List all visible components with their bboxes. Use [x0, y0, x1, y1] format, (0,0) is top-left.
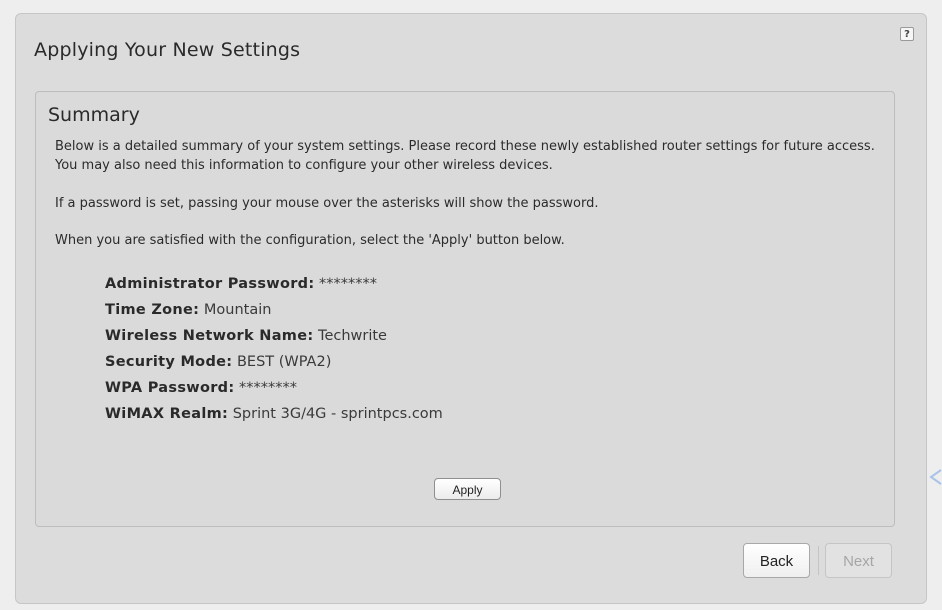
password-hint-text: If a password is set, passing your mouse…: [55, 196, 599, 211]
back-button[interactable]: Back: [743, 543, 810, 578]
setting-label: Wireless Network Name:: [105, 328, 314, 344]
setting-value: BEST (WPA2): [236, 354, 332, 370]
setting-value: Techwrite: [318, 328, 387, 344]
setting-label: WPA Password:: [105, 380, 235, 396]
setting-value: Sprint 3G/4G - sprintpcs.com: [232, 406, 443, 422]
summary-intro-text: Below is a detailed summary of your syst…: [55, 139, 875, 173]
apply-instruction-text: When you are satisfied with the configur…: [55, 233, 565, 248]
setting-wpa-password: WPA Password: ********: [105, 375, 443, 401]
collapse-arrow-icon[interactable]: [928, 467, 942, 487]
setting-label: Administrator Password:: [105, 276, 315, 292]
page: ? Applying Your New Settings Summary Bel…: [0, 0, 942, 610]
setting-wimax-realm: WiMAX Realm: Sprint 3G/4G - sprintpcs.co…: [105, 401, 443, 427]
setting-label: Time Zone:: [105, 302, 200, 318]
setting-value[interactable]: ********: [319, 276, 377, 292]
nav-divider: [818, 546, 819, 575]
setting-security-mode: Security Mode: BEST (WPA2): [105, 349, 443, 375]
next-button[interactable]: Next: [825, 543, 892, 578]
setting-time-zone: Time Zone: Mountain: [105, 297, 443, 323]
setting-wireless-network-name: Wireless Network Name: Techwrite: [105, 323, 443, 349]
setting-label: WiMAX Realm:: [105, 406, 229, 422]
setting-value[interactable]: ********: [239, 380, 297, 396]
summary-heading: Summary: [48, 104, 140, 126]
apply-button[interactable]: Apply: [434, 478, 501, 500]
settings-list: Administrator Password: ******** Time Zo…: [105, 271, 443, 427]
setting-value: Mountain: [203, 302, 272, 318]
page-title: Applying Your New Settings: [34, 39, 301, 61]
setting-label: Security Mode:: [105, 354, 233, 370]
setting-admin-password: Administrator Password: ********: [105, 271, 443, 297]
help-icon[interactable]: ?: [900, 27, 914, 41]
